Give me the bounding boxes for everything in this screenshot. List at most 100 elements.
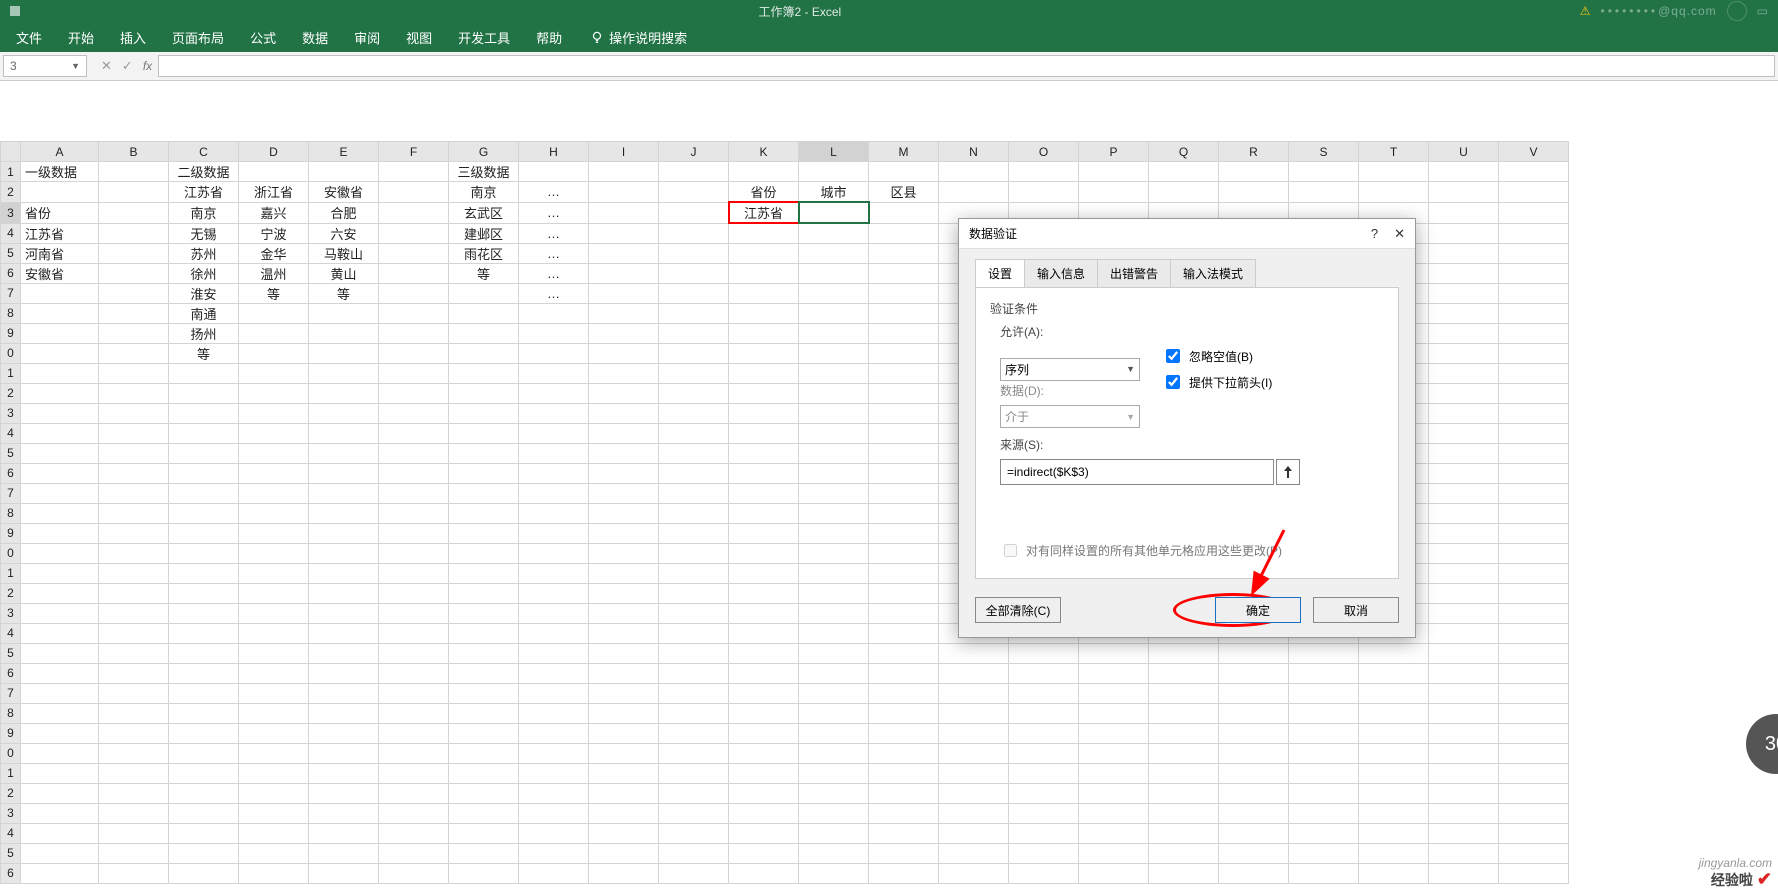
cell-F26[interactable] <box>379 663 449 683</box>
cell-L15[interactable] <box>799 443 869 463</box>
cell-N26[interactable] <box>939 663 1009 683</box>
cell-V11[interactable] <box>1499 363 1569 383</box>
cell-I30[interactable] <box>589 743 659 763</box>
col-header-O[interactable]: O <box>1009 142 1079 162</box>
cell-U5[interactable] <box>1429 243 1499 263</box>
cell-H34[interactable] <box>519 823 589 843</box>
cell-D28[interactable] <box>239 703 309 723</box>
cell-D9[interactable] <box>239 323 309 343</box>
cell-H6[interactable]: … <box>519 263 589 283</box>
cell-G30[interactable] <box>449 743 519 763</box>
cell-L25[interactable] <box>799 643 869 663</box>
cell-B1[interactable] <box>99 162 169 182</box>
cancel-formula-icon[interactable]: ✕ <box>101 58 112 74</box>
cell-H17[interactable] <box>519 483 589 503</box>
tab-formula[interactable]: 公式 <box>240 23 286 52</box>
cell-J24[interactable] <box>659 623 729 643</box>
clear-all-button[interactable]: 全部清除(C) <box>975 597 1061 623</box>
cell-A22[interactable] <box>21 583 99 603</box>
cell-D11[interactable] <box>239 363 309 383</box>
cell-N28[interactable] <box>939 703 1009 723</box>
cell-N30[interactable] <box>939 743 1009 763</box>
cell-H29[interactable] <box>519 723 589 743</box>
cell-A3[interactable]: 省份 <box>21 202 99 223</box>
cell-E8[interactable] <box>309 303 379 323</box>
cell-B35[interactable] <box>99 843 169 863</box>
cell-U18[interactable] <box>1429 503 1499 523</box>
cell-H16[interactable] <box>519 463 589 483</box>
cell-Q34[interactable] <box>1149 823 1219 843</box>
tab-file[interactable]: 文件 <box>6 23 52 52</box>
tab-home[interactable]: 开始 <box>58 23 104 52</box>
cell-E35[interactable] <box>309 843 379 863</box>
cell-U15[interactable] <box>1429 443 1499 463</box>
cell-L21[interactable] <box>799 563 869 583</box>
cell-J11[interactable] <box>659 363 729 383</box>
cell-H14[interactable] <box>519 423 589 443</box>
cell-C30[interactable] <box>169 743 239 763</box>
cell-B6[interactable] <box>99 263 169 283</box>
cell-M5[interactable] <box>869 243 939 263</box>
cell-M30[interactable] <box>869 743 939 763</box>
cell-O29[interactable] <box>1009 723 1079 743</box>
cell-E30[interactable] <box>309 743 379 763</box>
cell-R34[interactable] <box>1219 823 1289 843</box>
cell-E24[interactable] <box>309 623 379 643</box>
cell-J18[interactable] <box>659 503 729 523</box>
cell-A18[interactable] <box>21 503 99 523</box>
cell-U14[interactable] <box>1429 423 1499 443</box>
cell-A2[interactable] <box>21 182 99 203</box>
col-header-K[interactable]: K <box>729 142 799 162</box>
cell-F20[interactable] <box>379 543 449 563</box>
cell-F1[interactable] <box>379 162 449 182</box>
cell-F27[interactable] <box>379 683 449 703</box>
cell-D14[interactable] <box>239 423 309 443</box>
cell-H13[interactable] <box>519 403 589 423</box>
row-header-15[interactable]: 5 <box>1 443 21 463</box>
cell-A6[interactable]: 安徽省 <box>21 263 99 283</box>
ignore-blank-checkbox[interactable]: 忽略空值(B) <box>1162 346 1272 366</box>
cell-I21[interactable] <box>589 563 659 583</box>
cell-E5[interactable]: 马鞍山 <box>309 243 379 263</box>
cell-C36[interactable] <box>169 863 239 883</box>
cell-D26[interactable] <box>239 663 309 683</box>
cell-V22[interactable] <box>1499 583 1569 603</box>
cell-C3[interactable]: 南京 <box>169 202 239 223</box>
cell-G2[interactable]: 南京 <box>449 182 519 203</box>
cell-C19[interactable] <box>169 523 239 543</box>
cell-M16[interactable] <box>869 463 939 483</box>
cell-U31[interactable] <box>1429 763 1499 783</box>
cell-L29[interactable] <box>799 723 869 743</box>
cell-V8[interactable] <box>1499 303 1569 323</box>
cell-I10[interactable] <box>589 343 659 363</box>
cell-H5[interactable]: … <box>519 243 589 263</box>
cell-L3[interactable] <box>799 202 869 223</box>
cell-J33[interactable] <box>659 803 729 823</box>
cell-U8[interactable] <box>1429 303 1499 323</box>
cell-I26[interactable] <box>589 663 659 683</box>
cell-B3[interactable] <box>99 202 169 223</box>
cell-U32[interactable] <box>1429 783 1499 803</box>
cell-V23[interactable] <box>1499 603 1569 623</box>
cell-E9[interactable] <box>309 323 379 343</box>
fx-icon[interactable]: fx <box>143 59 152 73</box>
cell-G4[interactable]: 建邺区 <box>449 223 519 243</box>
cell-D10[interactable] <box>239 343 309 363</box>
cell-E14[interactable] <box>309 423 379 443</box>
cell-U35[interactable] <box>1429 843 1499 863</box>
cell-H1[interactable] <box>519 162 589 182</box>
cell-L10[interactable] <box>799 343 869 363</box>
cell-V1[interactable] <box>1499 162 1569 182</box>
cell-I25[interactable] <box>589 643 659 663</box>
cell-Q29[interactable] <box>1149 723 1219 743</box>
cell-M28[interactable] <box>869 703 939 723</box>
cell-J17[interactable] <box>659 483 729 503</box>
cell-A35[interactable] <box>21 843 99 863</box>
col-header-U[interactable]: U <box>1429 142 1499 162</box>
cell-H9[interactable] <box>519 323 589 343</box>
cell-E18[interactable] <box>309 503 379 523</box>
cell-E15[interactable] <box>309 443 379 463</box>
cell-G23[interactable] <box>449 603 519 623</box>
tab-data[interactable]: 数据 <box>292 23 338 52</box>
cell-J27[interactable] <box>659 683 729 703</box>
